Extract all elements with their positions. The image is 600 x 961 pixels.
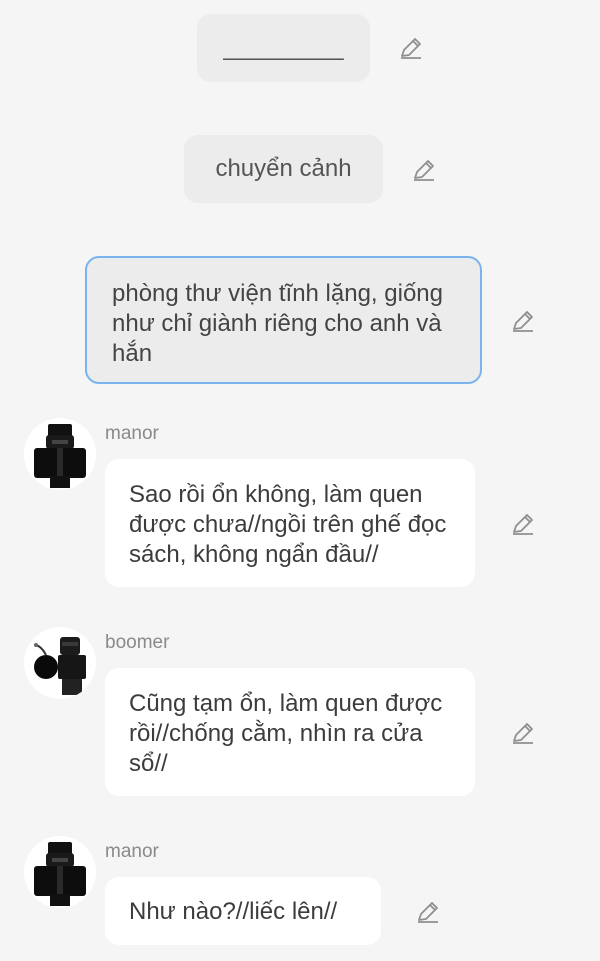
sender-name: manor [105,841,159,862]
pencil-icon[interactable] [415,899,441,925]
narration-text: phòng thư viện tĩnh lặng, giống như chỉ … [112,280,443,367]
message-bubble-3[interactable]: Như nào?//liếc lên// [105,877,381,945]
pencil-icon[interactable] [411,157,437,183]
boomer-avatar[interactable] [24,627,96,699]
narration-bubble-1[interactable]: _________ [197,14,370,82]
manor-avatar[interactable] [24,418,96,490]
message-text: Cũng tạm ổn, làm quen được rồi//chống cằ… [129,690,443,777]
sender-name: boomer [105,632,170,653]
narration-bubble-selected[interactable]: phòng thư viện tĩnh lặng, giống như chỉ … [85,256,482,384]
message-text: Sao rồi ổn không, làm quen được chưa//ng… [129,481,447,568]
sender-name: manor [105,423,159,444]
pencil-icon[interactable] [398,35,424,61]
pencil-icon[interactable] [510,308,536,334]
manor-avatar[interactable] [24,836,96,908]
narration-text: _________ [223,34,344,61]
message-text: Như nào?//liếc lên// [129,898,338,925]
message-bubble-2[interactable]: Cũng tạm ổn, làm quen được rồi//chống cằ… [105,668,475,796]
narration-bubble-2[interactable]: chuyển cảnh [184,135,383,203]
pencil-icon[interactable] [510,511,536,537]
narration-text: chuyển cảnh [215,155,352,182]
pencil-icon[interactable] [510,720,536,746]
message-bubble-1[interactable]: Sao rồi ổn không, làm quen được chưa//ng… [105,459,475,587]
